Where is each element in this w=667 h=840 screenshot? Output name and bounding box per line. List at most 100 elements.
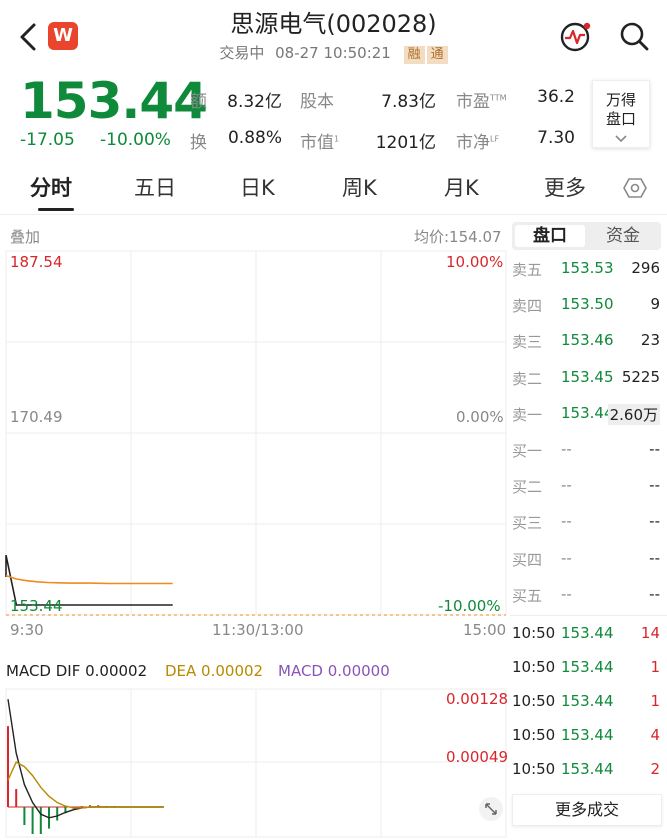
trade-time: 10:50 <box>512 692 556 710</box>
level-name: 卖三 <box>512 333 543 352</box>
overlay-button[interactable]: 叠加 <box>10 226 40 247</box>
chart-grid <box>5 250 507 616</box>
search-icon <box>620 22 649 51</box>
x-label-close: 15:00 <box>463 621 507 639</box>
level-price: -- <box>561 584 572 603</box>
sell-row: 卖五 153.53 296 <box>512 259 662 283</box>
stat-value-market-cap: 1201亿 <box>375 133 436 153</box>
more-trades-button[interactable]: 更多成交 <box>512 794 662 826</box>
macd-dif-line <box>7 699 164 819</box>
level-price: 153.44 <box>561 403 614 422</box>
level-name: 卖五 <box>512 261 543 279</box>
level-volume: 5225 <box>621 367 660 386</box>
level-volume: -- <box>649 512 660 531</box>
tab-daily-k[interactable]: 日K <box>240 172 275 202</box>
last-price: 153.44 <box>20 72 208 130</box>
stat-value-turnover: 0.88% <box>227 128 282 148</box>
stat-sup-pe: TTM <box>490 93 507 103</box>
trade-row: 10:50 153.44 2 <box>512 760 662 784</box>
price-change: -17.05 <box>20 130 75 150</box>
buy-row: 买五 -- -- <box>512 585 662 609</box>
trade-time: 10:50 <box>512 760 556 778</box>
x-label-noon: 11:30/13:00 <box>212 621 304 639</box>
tab-orderbook[interactable]: 盘口 <box>515 225 585 247</box>
y-bot-pct: -10.00% <box>438 597 501 615</box>
level-name: 买三 <box>512 514 543 533</box>
avg-price-line <box>5 574 173 585</box>
macd-y-top: 0.00128 <box>446 690 509 708</box>
level-price: 153.53 <box>561 259 614 277</box>
search-button[interactable] <box>616 18 652 54</box>
macd-grid <box>5 688 507 838</box>
stat-sup-pb: LF <box>490 134 500 144</box>
y-top-pct: 10.00% <box>446 253 504 271</box>
y-bot-price: 153.44 <box>10 597 63 615</box>
level-price: -- <box>561 548 572 567</box>
y-mid-price: 170.49 <box>10 408 63 426</box>
connect-badge: 通 <box>426 46 448 64</box>
stat-value-share-capital: 7.83亿 <box>381 92 436 112</box>
tab-capital-flow[interactable]: 资金 <box>588 225 658 247</box>
stat-label-share-capital: 股本 <box>300 92 334 112</box>
stat-label-turnover: 换 <box>190 133 207 153</box>
trade-row: 10:50 153.44 1 <box>512 658 662 682</box>
trade-status: 交易中 <box>219 44 265 62</box>
level-name: 买五 <box>512 586 543 605</box>
avg-price-label: 均价:154.07 <box>414 228 502 246</box>
expand-icon <box>479 797 503 821</box>
level-price: -- <box>561 512 572 531</box>
stat-label-pb: 市净LF <box>456 133 500 153</box>
buy-row: 买二 -- -- <box>512 476 662 500</box>
expand-button[interactable] <box>478 796 504 826</box>
tab-active-indicator <box>38 208 74 211</box>
intraday-chart[interactable] <box>0 250 510 616</box>
level-volume: 296 <box>631 259 660 277</box>
price-change-pct: -10.00% <box>100 130 171 150</box>
stat-sup-market-cap: 1 <box>334 134 340 144</box>
macd-marks <box>7 699 164 834</box>
tab-monthly-k[interactable]: 月K <box>444 172 479 202</box>
pulse-monitor-button[interactable] <box>558 18 594 54</box>
y-mid-pct: 0.00% <box>456 408 504 426</box>
buy-row: 买一 -- -- <box>512 440 662 464</box>
macd-dea-label: DEA 0.00002 <box>165 662 264 680</box>
sell-row: 卖四 153.50 9 <box>512 295 662 319</box>
wind-button-line2: 盘口 <box>605 110 636 128</box>
level-name: 买四 <box>512 550 543 569</box>
level-volume: -- <box>649 476 660 495</box>
trade-price: 153.44 <box>561 658 614 676</box>
tab-five-day[interactable]: 五日 <box>134 172 176 202</box>
trade-price: 153.44 <box>561 624 614 642</box>
tab-weekly-k[interactable]: 周K <box>342 172 377 202</box>
trade-volume: 1 <box>650 658 660 676</box>
trade-price: 153.44 <box>561 760 614 778</box>
trade-volume: 1 <box>650 692 660 710</box>
level-price: 153.45 <box>561 367 614 386</box>
stat-label-pe: 市盈TTM <box>456 92 507 112</box>
chart-settings-button[interactable] <box>623 176 647 204</box>
buy-row: 买四 -- -- <box>512 549 662 573</box>
level-price: 153.50 <box>561 295 614 314</box>
tab-intraday[interactable]: 分时 <box>30 172 72 202</box>
stat-value-pe: 36.2 <box>537 87 575 107</box>
trade-price: 153.44 <box>561 692 614 710</box>
trade-time: 10:50 <box>512 726 556 744</box>
wind-orderbook-button[interactable]: 万得 盘口 <box>592 80 650 148</box>
level-name: 卖二 <box>512 369 543 388</box>
quote-datetime: 08-27 10:50:21 <box>275 44 391 62</box>
divider <box>510 615 667 616</box>
stat-label-market-cap: 市值1 <box>300 133 340 153</box>
level-volume: 9 <box>650 295 660 314</box>
hexagon-settings-icon <box>623 178 647 198</box>
trade-volume: 2 <box>650 760 660 778</box>
tab-more[interactable]: 更多 <box>544 172 586 202</box>
sell-row: 卖二 153.45 5225 <box>512 368 662 392</box>
trade-time: 10:50 <box>512 624 556 642</box>
level-volume: -- <box>649 440 660 458</box>
stat-label-amount: 额 <box>190 92 207 112</box>
trade-volume: 4 <box>650 726 660 744</box>
macd-chart[interactable] <box>0 688 510 838</box>
level-price: -- <box>561 440 572 458</box>
trade-row: 10:50 153.44 14 <box>512 624 662 648</box>
level-price: -- <box>561 476 572 495</box>
